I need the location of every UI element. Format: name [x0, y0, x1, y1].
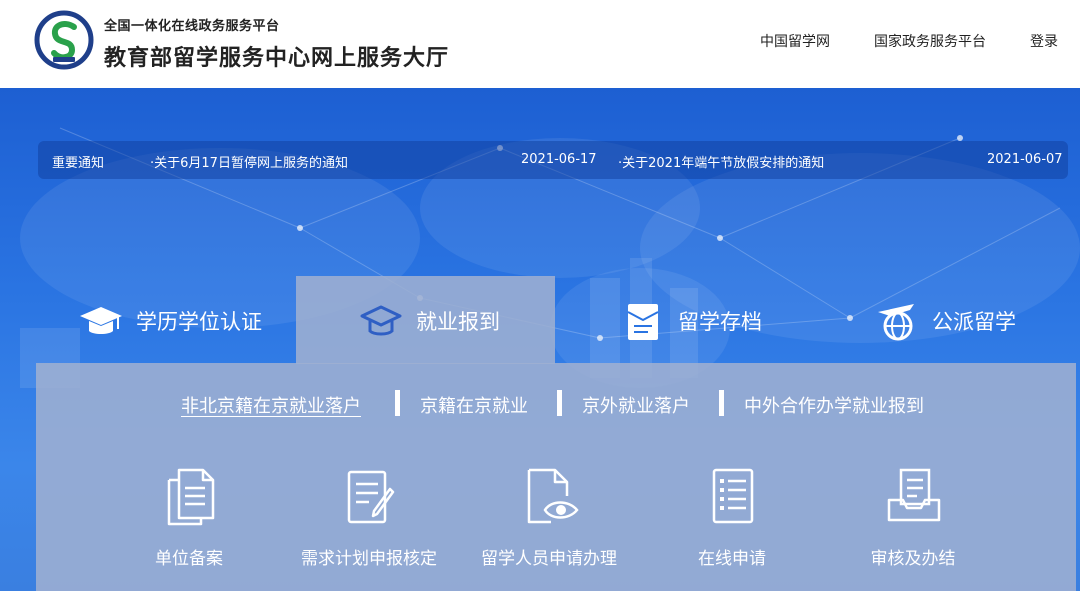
- employment-hat-icon: [360, 305, 402, 336]
- service-demand-plan[interactable]: 需求计划申报核定: [284, 466, 454, 576]
- subnav-outside-beijing-settlement[interactable]: 京外就业落户: [582, 392, 690, 418]
- nav-link-gov-service[interactable]: 国家政务服务平台: [874, 31, 986, 51]
- service-label: 单位备案: [155, 549, 223, 569]
- tab-employment-registration[interactable]: 就业报到: [358, 296, 500, 346]
- tab-label: 公派留学: [932, 310, 1016, 334]
- tab-degree-certification[interactable]: 学历学位认证: [78, 296, 262, 346]
- document-eye-icon: [527, 468, 579, 524]
- notice-bar: 重要通知 ·关于6月17日暂停网上服务的通知 2021-06-17 ·关于202…: [38, 141, 1068, 179]
- service-online-application[interactable]: 在线申请: [647, 466, 817, 576]
- service-label: 审核及办结: [870, 549, 956, 569]
- platform-name: 全国一体化在线政务服务平台: [104, 19, 280, 34]
- subnav-divider: [719, 390, 724, 416]
- notice-date: 2021-06-17: [521, 152, 597, 167]
- graduation-cap-icon: [80, 307, 122, 334]
- notice-item[interactable]: ·关于2021年端午节放假安排的通知: [618, 152, 824, 171]
- site-title[interactable]: 教育部留学服务中心网上服务大厅: [104, 40, 449, 72]
- service-review-completion[interactable]: 审核及办结: [828, 466, 998, 576]
- nav-link-cscse[interactable]: 中国留学网: [760, 31, 830, 51]
- subnav-divider: [395, 390, 400, 416]
- service-label: 需求计划申报核定: [301, 549, 437, 569]
- service-label: 在线申请: [698, 549, 766, 569]
- service-application-processing[interactable]: 留学人员申请办理: [464, 466, 634, 576]
- tab-public-study-abroad[interactable]: 公派留学: [874, 296, 1016, 346]
- sub-navigation: 非北京籍在京就业落户 京籍在京就业 京外就业落户 中外合作办学就业报到: [0, 388, 1080, 418]
- tab-label: 留学存档: [678, 310, 762, 334]
- tab-archive[interactable]: 留学存档: [620, 296, 762, 346]
- top-nav: 中国留学网 国家政务服务平台 登录: [760, 31, 1058, 51]
- service-unit-registration[interactable]: 单位备案: [104, 466, 274, 576]
- subnav-joint-program-registration[interactable]: 中外合作办学就业报到: [744, 392, 924, 418]
- subnav-divider: [557, 390, 562, 416]
- tab-label: 学历学位认证: [136, 310, 262, 334]
- notice-label: 重要通知: [52, 156, 105, 171]
- inbox-tray-icon: [887, 468, 941, 522]
- site-header: 全国一体化在线政务服务平台 教育部留学服务中心网上服务大厅 中国留学网 国家政务…: [0, 0, 1080, 88]
- checklist-icon: [712, 468, 754, 524]
- airplane-globe-icon: [878, 304, 914, 341]
- logo-icon[interactable]: [34, 10, 94, 70]
- subnav-non-beijing-settlement[interactable]: 非北京籍在京就业落户: [181, 392, 361, 418]
- archive-document-icon: [627, 304, 659, 340]
- service-label: 留学人员申请办理: [481, 549, 617, 569]
- subnav-beijing-employment[interactable]: 京籍在京就业: [420, 392, 528, 418]
- notice-item[interactable]: ·关于6月17日暂停网上服务的通知: [150, 152, 348, 171]
- notice-date: 2021-06-07: [987, 152, 1063, 167]
- documents-icon: [167, 468, 215, 526]
- login-link[interactable]: 登录: [1030, 31, 1058, 51]
- edit-form-icon: [347, 470, 395, 524]
- tab-label: 就业报到: [416, 310, 500, 334]
